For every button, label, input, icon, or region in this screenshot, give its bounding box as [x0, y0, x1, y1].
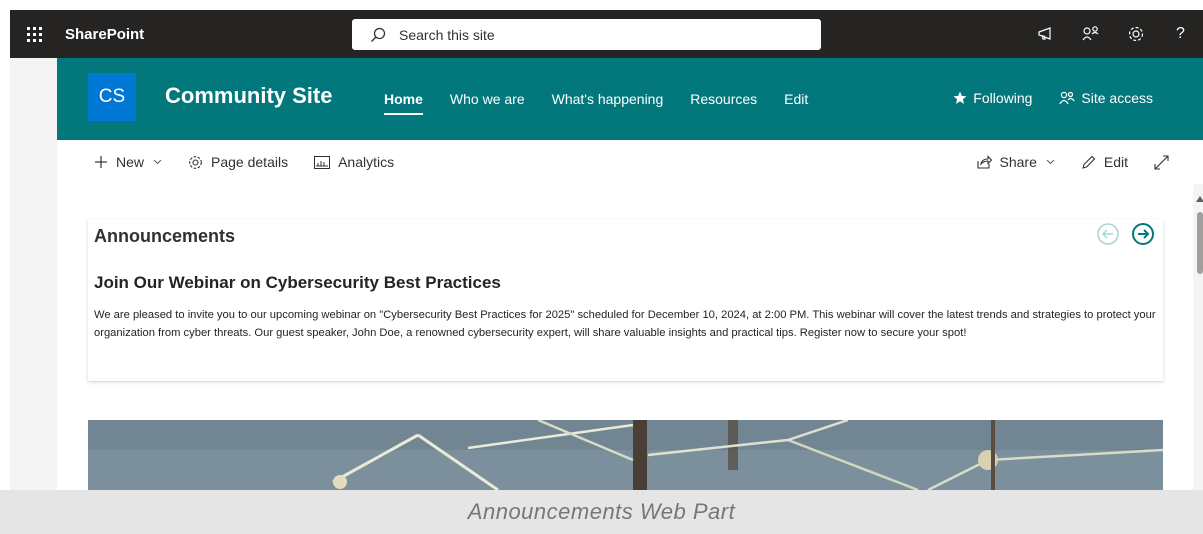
pencil-icon: [1082, 155, 1096, 169]
edit-label: Edit: [1103, 154, 1128, 170]
site-header: CS Community Site Home Who we are What's…: [57, 58, 1203, 140]
following-button[interactable]: Following: [953, 90, 1032, 106]
search-icon: [371, 27, 386, 42]
site-access-button[interactable]: Site access: [1059, 90, 1153, 106]
share-label: Share: [999, 154, 1037, 170]
announcement-body: We are pleased to invite you to our upco…: [94, 309, 1156, 339]
top-margin: [0, 0, 1203, 10]
nav-item-edit[interactable]: Edit: [784, 91, 808, 115]
announcement-heading[interactable]: Join Our Webinar on Cybersecurity Best P…: [94, 273, 501, 293]
search-input[interactable]: Search this site: [352, 19, 821, 50]
page-details-button[interactable]: Page details: [188, 154, 288, 170]
following-label: Following: [973, 90, 1033, 106]
hero-image: [88, 420, 1163, 490]
suite-bar: SharePoint Search this site ?: [10, 10, 1203, 58]
people-icon: [1059, 91, 1076, 105]
share-arrow-icon: [976, 155, 992, 169]
search-placeholder: Search this site: [399, 26, 495, 43]
page-details-label: Page details: [211, 154, 289, 170]
nav-item-who-we-are[interactable]: Who we are: [450, 91, 525, 115]
gear-icon: [189, 155, 202, 169]
nav-item-resources[interactable]: Resources: [690, 91, 757, 115]
scroll-up-arrow-icon[interactable]: [1196, 196, 1203, 202]
megaphone-icon[interactable]: [1023, 10, 1068, 58]
help-label: ?: [1176, 25, 1185, 42]
next-arrow-icon[interactable]: [1131, 222, 1155, 246]
edit-button[interactable]: Edit: [1081, 154, 1128, 170]
help-icon[interactable]: ?: [1158, 10, 1203, 58]
chevron-down-icon: [153, 159, 162, 165]
nav-item-home[interactable]: Home: [384, 91, 423, 115]
new-button[interactable]: New: [94, 154, 162, 170]
site-access-label: Site access: [1081, 90, 1153, 106]
announcements-webpart: Announcements Join Our Webinar on Cybers…: [88, 219, 1163, 381]
announcements-title: Announcements: [94, 226, 236, 246]
site-title[interactable]: Community Site: [165, 83, 332, 109]
share-button[interactable]: Share: [976, 154, 1055, 170]
star-icon: [953, 91, 967, 104]
previous-arrow-icon[interactable]: [1096, 222, 1120, 246]
gear-icon[interactable]: [1113, 10, 1158, 58]
waffle-icon[interactable]: [10, 10, 58, 58]
share-icon[interactable]: [1068, 10, 1113, 58]
site-logo[interactable]: CS: [88, 73, 136, 121]
analytics-icon: [314, 155, 331, 169]
site-nav: Home Who we are What's happening Resourc…: [384, 91, 835, 115]
nav-item-whats-happening[interactable]: What's happening: [552, 91, 664, 115]
scrollbar-thumb[interactable]: [1197, 212, 1203, 274]
left-gutter: [10, 58, 57, 534]
analytics-label: Analytics: [338, 154, 395, 170]
analytics-button[interactable]: Analytics: [314, 154, 394, 170]
expand-icon[interactable]: [1154, 154, 1177, 170]
plus-icon: [95, 156, 107, 168]
command-bar: New Page details Analytics Share Edit: [57, 140, 1203, 184]
new-label: New: [116, 154, 145, 170]
app-name[interactable]: SharePoint: [65, 26, 144, 43]
chevron-down-icon: [1046, 159, 1055, 165]
caption: Announcements Web Part: [0, 490, 1203, 534]
